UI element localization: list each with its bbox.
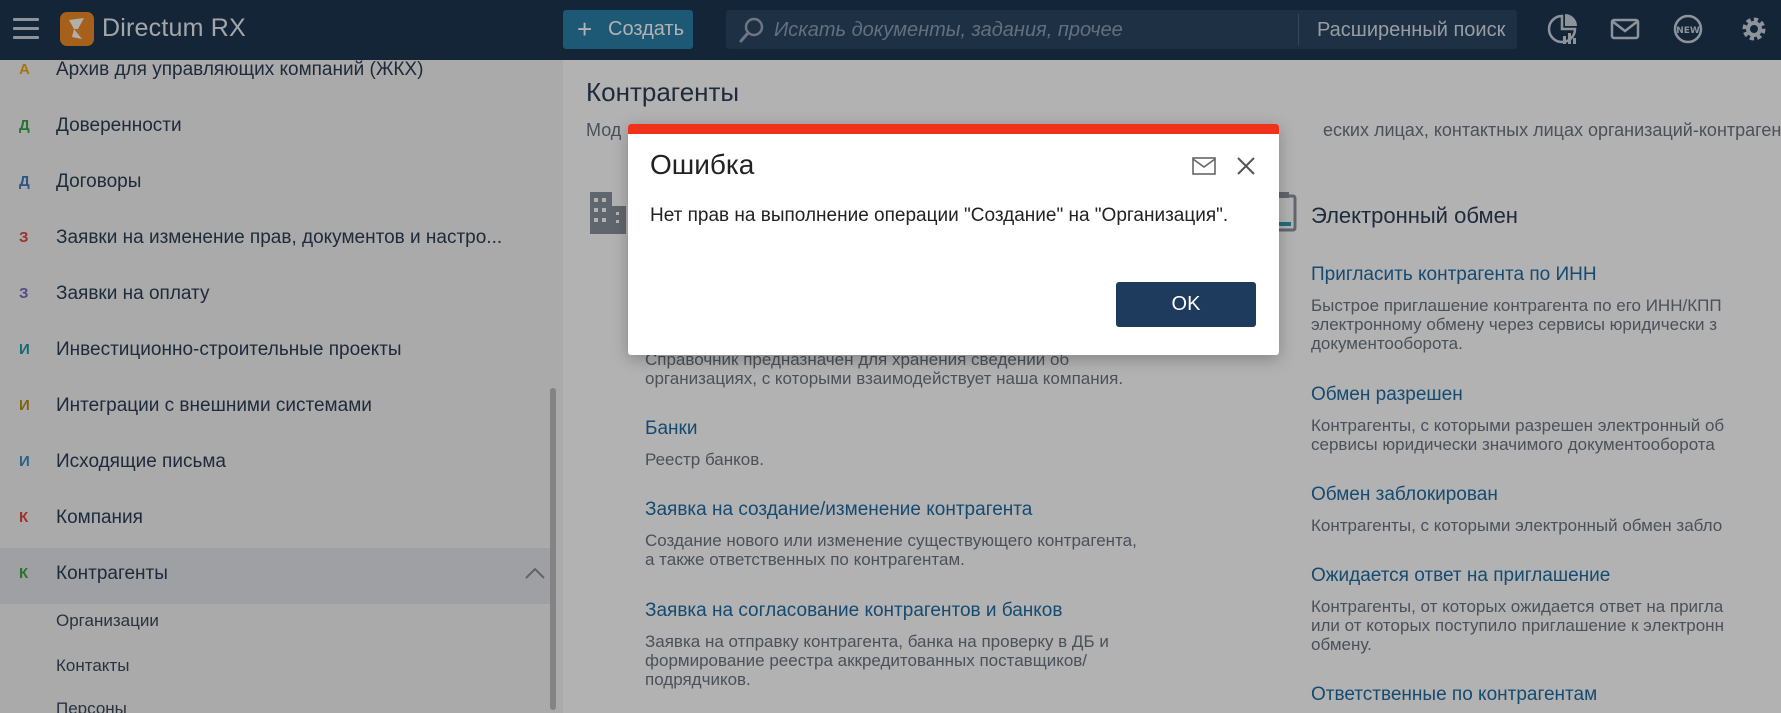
error-dialog: Ошибка Нет прав на выполнение операции "… xyxy=(628,124,1279,355)
modal-overlay xyxy=(0,0,1781,713)
dialog-accent-bar xyxy=(628,124,1279,134)
dialog-message: Нет прав на выполнение операции "Создани… xyxy=(650,205,1229,226)
mail-icon[interactable] xyxy=(1192,157,1216,175)
close-icon[interactable] xyxy=(1236,156,1256,176)
ok-button[interactable]: OK xyxy=(1116,282,1256,327)
dialog-title: Ошибка xyxy=(650,149,755,180)
